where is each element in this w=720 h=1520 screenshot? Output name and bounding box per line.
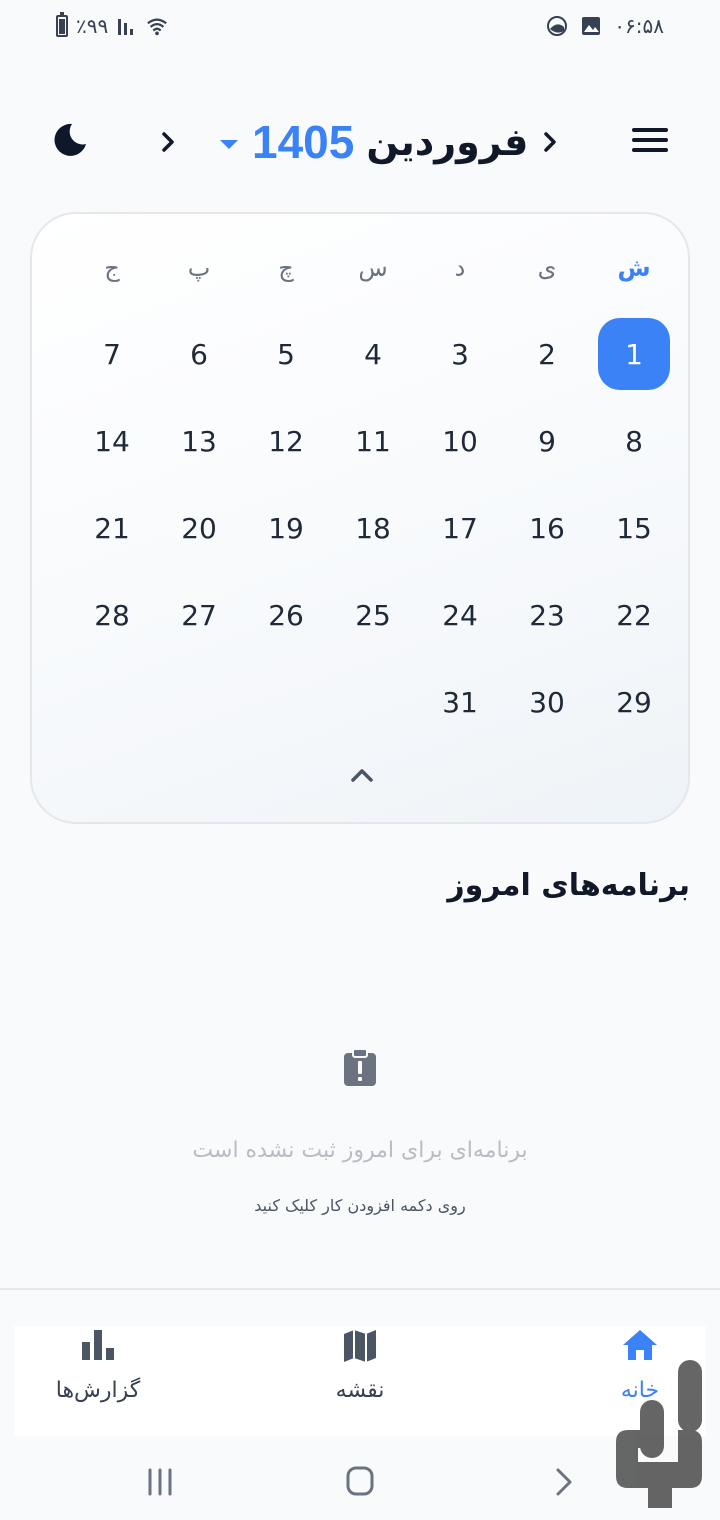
month-label: فروردین [366, 120, 529, 164]
calendar-week: 1 2 3 4 5 6 7 [32, 314, 692, 394]
calendar-week: 15 16 17 18 19 20 21 [32, 488, 692, 568]
day-cell[interactable]: 20 [163, 492, 235, 564]
day-cell[interactable]: 27 [163, 579, 235, 651]
day-cell[interactable]: 22 [598, 579, 670, 651]
weekday-label: س [358, 254, 388, 282]
bottom-navigation: خانه نقشه گزارش‌ها [14, 1326, 706, 1436]
app-header: 1405 فروردین [0, 100, 720, 184]
day-cell[interactable]: 24 [424, 579, 496, 651]
calendar-week: 22 23 24 25 26 27 28 [32, 575, 692, 655]
day-cell[interactable]: 4 [337, 318, 409, 390]
weekday-label: ج [104, 254, 120, 282]
day-cell[interactable]: 9 [511, 405, 583, 477]
year-label: 1405 [252, 116, 355, 168]
battery-icon [56, 12, 68, 37]
menu-line [632, 128, 668, 132]
map-icon [344, 1330, 376, 1362]
day-cell[interactable]: 17 [424, 492, 496, 564]
weekday-label: چ [278, 254, 294, 282]
previous-month-button[interactable] [534, 124, 566, 160]
status-right: ۰۶:۵۸ [546, 14, 664, 38]
back-button-icon[interactable] [544, 1464, 584, 1500]
empty-state-hint: روی دکمه افزودن کار کلیک کنید [254, 1196, 466, 1215]
weekday-label: پ [187, 254, 211, 282]
nav-reports[interactable]: گزارش‌ها [8, 1326, 188, 1436]
day-cell[interactable]: 18 [337, 492, 409, 564]
gallery-icon [582, 17, 601, 35]
weekday-label: د [454, 254, 466, 282]
clipboard-alert-icon [344, 1048, 376, 1086]
day-cell-selected[interactable]: 1 [598, 318, 670, 390]
day-cell[interactable]: 5 [250, 318, 322, 390]
nav-map[interactable]: نقشه [270, 1326, 450, 1436]
day-cell[interactable]: 12 [250, 405, 322, 477]
day-cell[interactable]: 11 [337, 405, 409, 477]
bar-chart-icon [82, 1330, 114, 1360]
day-cell[interactable]: 10 [424, 405, 496, 477]
next-month-button[interactable] [152, 124, 184, 160]
day-cell[interactable]: 26 [250, 579, 322, 651]
nav-map-label: نقشه [335, 1378, 385, 1403]
menu-line [632, 138, 668, 142]
status-left: ٪۹۹ [56, 12, 168, 38]
battery-level: ٪۹۹ [76, 14, 109, 38]
day-cell[interactable]: 19 [250, 492, 322, 564]
weekday-label: ش [617, 254, 651, 282]
day-cell[interactable]: 21 [76, 492, 148, 564]
clock: ۰۶:۵۸ [614, 14, 664, 38]
weekday-header: ش ی د س چ پ ج [32, 228, 692, 308]
day-cell[interactable]: 8 [598, 405, 670, 477]
day-cell[interactable]: 3 [424, 318, 496, 390]
calendar-card: ش ی د س چ پ ج 1 2 3 4 5 6 7 8 9 10 11 12… [30, 212, 690, 824]
day-cell[interactable]: 2 [511, 318, 583, 390]
collapse-calendar-chevron-icon[interactable] [346, 762, 378, 790]
day-cell[interactable]: 29 [598, 666, 670, 738]
section-title: برنامه‌های امروز [447, 868, 690, 903]
day-cell[interactable]: 25 [337, 579, 409, 651]
day-cell[interactable]: 13 [163, 405, 235, 477]
dropdown-caret-icon [220, 139, 238, 149]
day-cell[interactable]: 16 [511, 492, 583, 564]
system-navigation-bar [0, 1444, 720, 1520]
day-cell[interactable]: 14 [76, 405, 148, 477]
weekday-label: ی [537, 254, 557, 282]
day-cell[interactable]: 15 [598, 492, 670, 564]
calendar-week: 29 30 31 [32, 662, 692, 742]
recent-apps-icon[interactable] [140, 1464, 180, 1500]
status-bar: ٪۹۹ ۰۶:۵۸ [0, 0, 720, 60]
day-cell[interactable]: 31 [424, 666, 496, 738]
signal-icon [118, 19, 134, 35]
month-selector[interactable]: 1405 فروردین [220, 110, 528, 174]
bottom-divider [0, 1288, 720, 1290]
menu-line [632, 148, 668, 152]
nav-reports-label: گزارش‌ها [55, 1378, 141, 1403]
dark-mode-icon[interactable] [50, 120, 90, 160]
empty-state-text: برنامه‌ای برای امروز ثبت نشده است [192, 1138, 528, 1163]
day-cell[interactable]: 7 [76, 318, 148, 390]
calendar-week: 8 9 10 11 12 13 14 [32, 401, 692, 481]
home-button-icon[interactable] [340, 1464, 380, 1500]
menu-button[interactable] [632, 128, 668, 156]
app-notification-icon [547, 16, 568, 36]
day-cell[interactable]: 6 [163, 318, 235, 390]
day-cell[interactable]: 28 [76, 579, 148, 651]
wifi-icon [147, 18, 168, 36]
day-cell[interactable]: 30 [511, 666, 583, 738]
day-cell[interactable]: 23 [511, 579, 583, 651]
